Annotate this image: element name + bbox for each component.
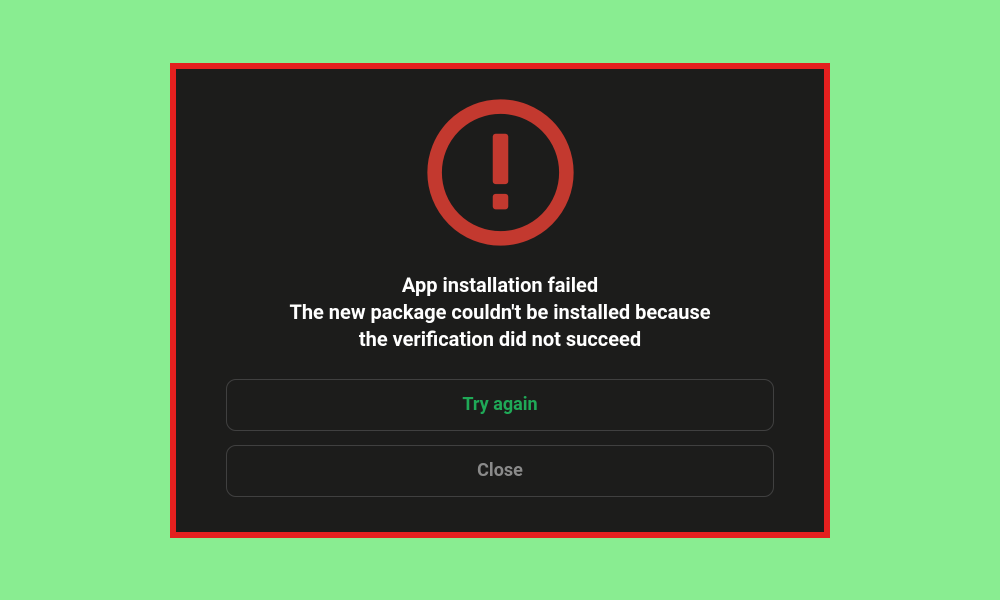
try-again-label: Try again [462, 394, 537, 415]
error-dialog: App installation failed The new package … [170, 63, 830, 538]
close-label: Close [477, 460, 523, 481]
error-detail-line-2: the verification did not succeed [289, 326, 710, 353]
error-message: App installation failed The new package … [289, 272, 710, 353]
warning-icon [423, 95, 578, 250]
close-button[interactable]: Close [226, 445, 774, 497]
dialog-actions: Try again Close [226, 379, 774, 497]
error-title: App installation failed [289, 272, 710, 299]
try-again-button[interactable]: Try again [226, 379, 774, 431]
error-detail-line-1: The new package couldn't be installed be… [289, 299, 710, 326]
